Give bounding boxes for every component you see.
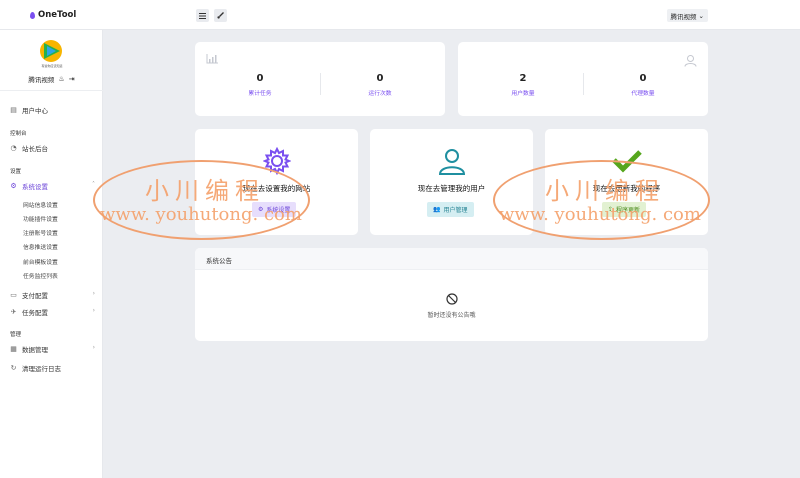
button-label: 用户管理 xyxy=(443,207,468,214)
section-settings: 设置 xyxy=(10,169,22,175)
sidebar-item-admin[interactable]: ◔ 站长后台 xyxy=(10,143,48,153)
stat-value: 0 xyxy=(639,73,647,84)
card-icon: ▭ xyxy=(10,290,17,299)
user-icon xyxy=(684,55,697,67)
notice-empty-text: 暂时还没有公告哦 xyxy=(427,312,476,319)
sub-item-site-info[interactable]: 网站信息设置 xyxy=(23,200,58,209)
grid-icon: ▦ xyxy=(10,344,17,353)
theme-button[interactable] xyxy=(214,9,227,22)
sub-item-plugins[interactable]: 功能插件设置 xyxy=(23,214,58,223)
user-management-button[interactable]: 👥 用户管理 xyxy=(427,202,474,217)
plane-icon: ✈ xyxy=(10,307,17,316)
menu-toggle-button[interactable] xyxy=(196,9,209,22)
no-data-icon xyxy=(446,293,458,305)
refresh-icon: ↻ xyxy=(10,363,17,372)
stat-label: 累计任务 xyxy=(248,91,272,97)
sub-item-template[interactable]: 前台模板设置 xyxy=(23,257,58,266)
gear-icon: ⚙ xyxy=(10,181,17,190)
sidebar-item-label: 任务配置 xyxy=(22,309,48,317)
site-name-row: 腾讯视频 ♨ ⇥ xyxy=(0,74,103,84)
chevron-down-icon: ⌄ xyxy=(698,11,704,20)
gauge-icon: ◔ xyxy=(10,143,17,152)
stat-label: 用户数量 xyxy=(511,91,535,97)
site-logo xyxy=(40,40,62,62)
section-manage: 管理 xyxy=(10,332,22,338)
watermark-url: www. youhutong. com xyxy=(499,204,701,225)
sidebar-item-data[interactable]: ▦ 数据管理 xyxy=(10,344,48,354)
logo-caption: 有些你应该知道 xyxy=(41,64,63,68)
menu-icon xyxy=(199,12,206,19)
stat-label: 代理数量 xyxy=(631,91,655,97)
sidebar-item-user-center[interactable]: ▤ 用户中心 xyxy=(10,105,48,115)
sidebar: 有些你应该知道 腾讯视频 ♨ ⇥ ▤ 用户中心 控制台 ◔ 站长后台 设置 ⚙ … xyxy=(0,30,103,478)
notice-title: 系统公告 xyxy=(206,257,232,265)
stat-value: 0 xyxy=(256,73,264,84)
users-icon: 👥 xyxy=(433,206,441,213)
watermark-text: 小川编程 xyxy=(545,177,665,205)
stat-user-count: 2 用户数量 xyxy=(493,73,553,97)
sub-item-push[interactable]: 信息推送设置 xyxy=(23,242,58,251)
user-name: 腾讯视频 xyxy=(670,12,697,21)
section-console: 控制台 xyxy=(10,131,27,137)
stat-label: 运行次数 xyxy=(368,91,392,97)
user-icon xyxy=(438,149,466,175)
brand-name: OneTool xyxy=(38,10,77,20)
stat-run-count: 0 运行次数 xyxy=(350,73,410,97)
sidebar-item-label: 站长后台 xyxy=(22,145,48,153)
fire-icon[interactable]: ♨ xyxy=(58,75,64,83)
chevron-right-icon: › xyxy=(92,344,95,351)
sidebar-item-system-settings[interactable]: ⚙ 系统设置 xyxy=(10,181,48,191)
chevron-right-icon: › xyxy=(92,290,95,297)
sidebar-item-label: 数据管理 xyxy=(22,346,48,354)
watermark-text: 小川编程 xyxy=(145,177,265,205)
sidebar-divider xyxy=(0,90,103,91)
brand[interactable]: OneTool xyxy=(30,10,76,20)
logout-icon[interactable]: ⇥ xyxy=(69,75,75,83)
brand-logo-icon xyxy=(30,11,35,19)
top-bar: OneTool 腾讯视频 ⌄ xyxy=(0,0,800,30)
sidebar-item-label: 用户中心 xyxy=(22,107,48,115)
user-dropdown[interactable]: 腾讯视频 ⌄ xyxy=(666,9,708,22)
sub-item-task-monitor[interactable]: 任务监控列表 xyxy=(23,271,58,280)
stats-card-users: 2 用户数量 0 代理数量 xyxy=(458,42,708,116)
stat-divider xyxy=(320,73,321,95)
chevron-right-icon: › xyxy=(92,307,95,314)
notice-header: 系统公告 xyxy=(195,248,708,270)
sidebar-item-tasks[interactable]: ✈ 任务配置 xyxy=(10,307,48,317)
sidebar-item-payment[interactable]: ▭ 支付配置 xyxy=(10,290,48,300)
sidebar-item-label: 系统设置 xyxy=(22,183,48,191)
stat-agent-count: 0 代理数量 xyxy=(613,73,673,97)
sidebar-item-label: 清理运行日志 xyxy=(22,365,61,373)
watermark-url: www. youhutong. com xyxy=(100,204,302,225)
stat-value: 2 xyxy=(519,73,527,84)
stat-value: 0 xyxy=(376,73,384,84)
chevron-up-icon: ˄ xyxy=(92,181,95,188)
sidebar-item-label: 支付配置 xyxy=(22,292,48,300)
stat-total-tasks: 0 累计任务 xyxy=(230,73,290,97)
stat-divider xyxy=(583,73,584,95)
stats-card-tasks: 0 累计任务 0 运行次数 xyxy=(195,42,445,116)
sidebar-item-clear-logs[interactable]: ↻ 清理运行日志 xyxy=(10,363,61,373)
chart-icon xyxy=(206,54,218,64)
sub-item-register[interactable]: 注册账号设置 xyxy=(23,228,58,237)
brush-icon xyxy=(217,12,224,19)
building-icon: ▤ xyxy=(10,105,17,114)
notice-card: 系统公告 暂时还没有公告哦 xyxy=(195,248,708,341)
site-name: 腾讯视频 xyxy=(28,76,55,84)
